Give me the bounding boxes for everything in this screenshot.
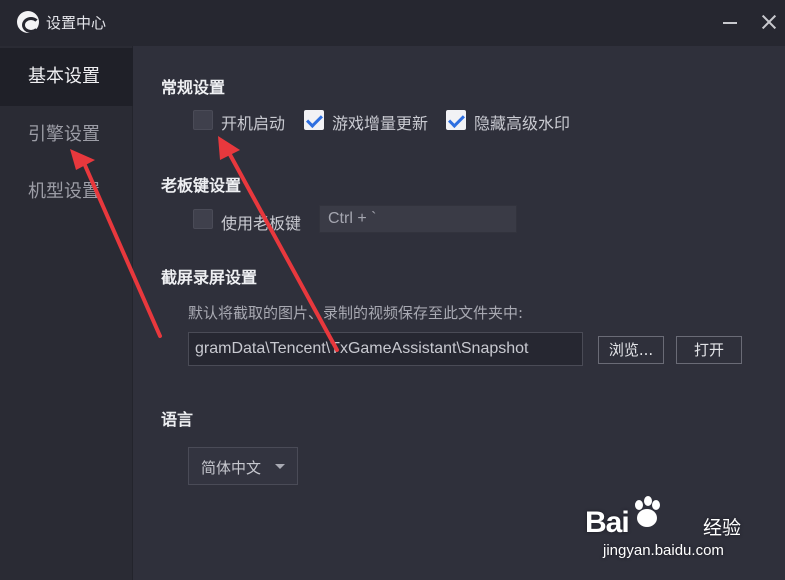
boss-key-checkbox[interactable] [193,209,213,229]
boss-key-label: 使用老板键 [221,214,302,233]
baidu-brand-text: Bai [585,506,630,539]
minimize-icon[interactable] [714,13,744,33]
hide-watermark-checkbox[interactable] [446,110,466,130]
baidu-paw-icon [635,496,660,527]
language-select[interactable]: 简体中文 [188,447,298,485]
window-title: 设置中心 [46,14,107,32]
save-path-input[interactable]: gramData\Tencent\TxGameAssistant\Snapsho… [188,332,583,366]
browse-button[interactable]: 浏览... [598,336,664,364]
startup-label: 开机启动 [221,114,286,133]
chevron-down-icon [275,464,285,469]
screenshot-settings-title: 截屏录屏设置 [161,268,258,287]
jingyan-text: 经验 [703,517,742,539]
title-bar: 设置中心 [0,0,785,46]
jingyan-url: jingyan.baidu.com [603,542,724,559]
startup-checkbox[interactable] [193,110,213,130]
sidebar-item-engine-settings[interactable]: 引擎设置 [0,106,133,164]
baidu-jingyan-watermark: Bai 经验 jingyan.baidu.com [585,496,775,566]
hide-watermark-label: 隐藏高级水印 [474,114,571,133]
save-path-value: gramData\Tencent\TxGameAssistant\Snapsho… [195,340,529,357]
boss-key-hotkey-input[interactable]: Ctrl + ` [319,205,517,233]
incremental-update-checkbox[interactable] [304,110,324,130]
language-title: 语言 [161,410,194,429]
save-path-hint: 默认将截取的图片、录制的视频保存至此文件夹中: [188,304,524,322]
close-icon[interactable] [757,10,781,34]
language-selected-value: 简体中文 [201,459,262,477]
open-folder-button[interactable]: 打开 [676,336,742,364]
boss-key-title: 老板键设置 [161,176,242,195]
sidebar-item-device-settings[interactable]: 机型设置 [0,163,133,221]
settings-sidebar: 基本设置 引擎设置 机型设置 [0,46,133,580]
incremental-update-label: 游戏增量更新 [332,114,429,133]
general-settings-title: 常规设置 [161,78,226,97]
game-assistant-logo-icon [17,11,40,33]
sidebar-item-basic-settings[interactable]: 基本设置 [0,48,133,106]
